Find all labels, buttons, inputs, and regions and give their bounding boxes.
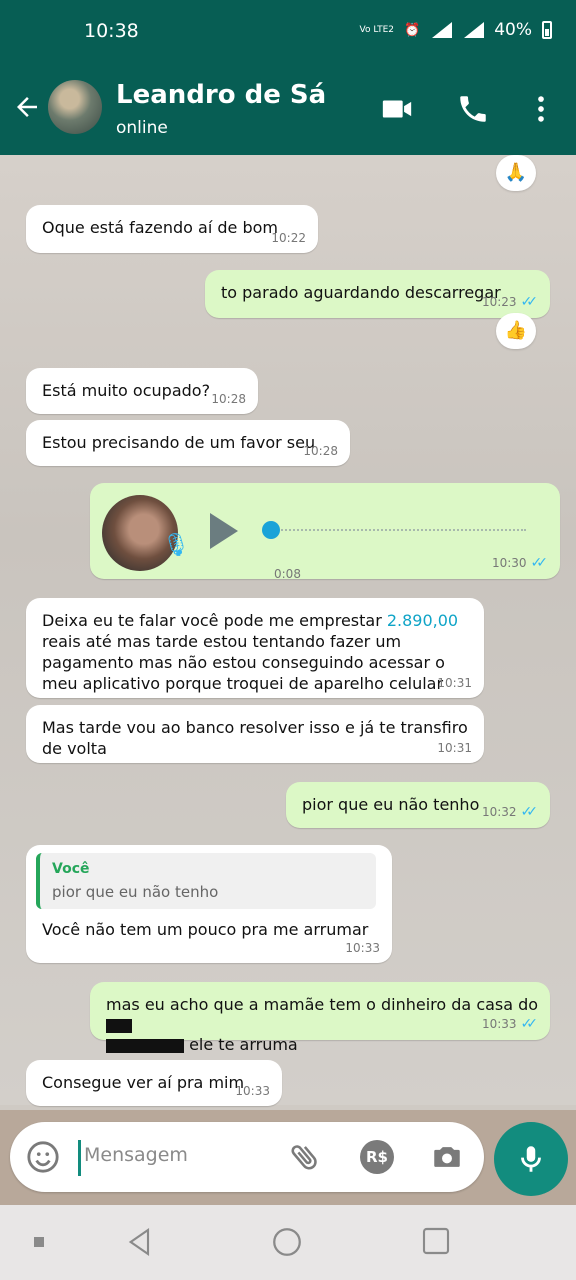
message-bubble[interactable]: to parado aguardando descarregar 10:23 ✓✓ — [205, 270, 550, 318]
emoji-icon[interactable] — [26, 1140, 60, 1174]
quoted-message[interactable]: Você pior que eu não tenho — [36, 853, 376, 909]
voice-record-button[interactable] — [494, 1122, 568, 1196]
contact-name[interactable]: Leandro de Sá — [116, 80, 326, 110]
chat-area[interactable]: 🙏 Oque está fazendo aí de bom 10:22 to p… — [0, 155, 576, 1106]
reaction-thumbs-up[interactable]: 👍 — [496, 313, 536, 349]
read-ticks-icon: ✓✓ — [520, 804, 539, 820]
play-icon[interactable] — [210, 513, 238, 549]
app-bar: 10:38 Vo LTE2 ⏰ 40% Leandro de Sá online — [0, 0, 576, 155]
read-ticks-icon: ✓✓ — [530, 555, 549, 571]
microphone-icon: 🎙 — [162, 533, 190, 558]
menu-icon[interactable] — [34, 1237, 44, 1247]
message-bubble[interactable]: pior que eu não tenho 10:32 ✓✓ — [286, 782, 550, 828]
message-time: 10:30 — [491, 556, 527, 570]
recents-icon[interactable] — [420, 1225, 452, 1257]
message-time: 10:33 — [481, 1017, 517, 1031]
message-time: 10:31 — [437, 676, 472, 690]
microphone-icon — [521, 1146, 541, 1172]
contact-status: online — [116, 118, 168, 138]
message-time: 10:28 — [303, 444, 338, 458]
message-bubble[interactable]: Deixa eu te falar você pode me emprestar… — [26, 598, 484, 698]
message-bubble[interactable]: Mas tarde vou ao banco resolver isso e j… — [26, 705, 484, 763]
redacted-text — [106, 1038, 184, 1053]
signal-icon-2 — [462, 22, 485, 38]
message-time: 10:22 — [271, 231, 306, 245]
message-bubble[interactable]: Está muito ocupado? 10:28 — [26, 368, 258, 414]
message-time: 10:33 — [345, 941, 380, 955]
reply-message-bubble[interactable]: Você pior que eu não tenho Você não tem … — [26, 845, 392, 963]
message-time: 10:32 — [481, 805, 517, 819]
battery-icon — [542, 21, 552, 39]
back-icon[interactable] — [124, 1225, 156, 1259]
message-time: 10:33 — [235, 1084, 270, 1098]
home-icon[interactable] — [270, 1225, 304, 1259]
battery-percent: 40% — [494, 20, 532, 40]
message-time: 10:31 — [437, 741, 472, 755]
back-arrow-icon[interactable] — [12, 92, 42, 122]
redacted-text — [106, 1018, 132, 1033]
payment-icon[interactable]: R$ — [360, 1140, 394, 1174]
audio-seek-knob[interactable] — [262, 521, 280, 539]
amount-link[interactable]: 2.890,00 — [387, 611, 458, 630]
message-bubble[interactable]: mas eu acho que a mamãe tem o dinheiro d… — [90, 982, 550, 1054]
contact-avatar[interactable] — [48, 80, 102, 134]
system-navigation-bar — [0, 1205, 576, 1280]
more-options-icon[interactable] — [524, 92, 558, 126]
message-time: 10:23 — [481, 295, 517, 309]
signal-icon — [430, 22, 453, 38]
voice-duration: 0:08 — [274, 567, 301, 581]
video-call-icon[interactable] — [380, 92, 414, 126]
message-placeholder[interactable]: Mensagem — [84, 1144, 188, 1166]
message-bubble[interactable]: Consegue ver aí pra mim 10:33 — [26, 1060, 282, 1106]
voice-message-bubble[interactable]: 🎙 0:08 10:30 ✓✓ — [90, 483, 560, 581]
message-bubble[interactable]: Oque está fazendo aí de bom 10:22 — [26, 205, 318, 253]
audio-progress-track[interactable] — [266, 529, 526, 531]
input-bar: Mensagem R$ — [0, 1110, 576, 1205]
message-time: 10:28 — [211, 392, 246, 406]
text-cursor — [78, 1140, 81, 1176]
status-bar: 10:38 Vo LTE2 ⏰ 40% — [0, 0, 576, 62]
read-ticks-icon: ✓✓ — [520, 294, 539, 310]
status-time: 10:38 — [84, 20, 139, 42]
camera-icon[interactable] — [430, 1140, 464, 1174]
reaction-pray[interactable]: 🙏 — [496, 155, 536, 191]
alarm-icon: ⏰ — [404, 22, 421, 38]
status-icons: Vo LTE2 ⏰ 40% — [359, 20, 552, 40]
read-ticks-icon: ✓✓ — [520, 1016, 539, 1032]
attach-icon[interactable] — [288, 1140, 322, 1174]
volte-indicator: Vo LTE2 — [359, 24, 395, 35]
message-bubble[interactable]: Estou precisando de um favor seu 10:28 — [26, 420, 350, 466]
message-input-field[interactable]: Mensagem R$ — [10, 1122, 484, 1192]
phone-call-icon[interactable] — [456, 92, 490, 126]
